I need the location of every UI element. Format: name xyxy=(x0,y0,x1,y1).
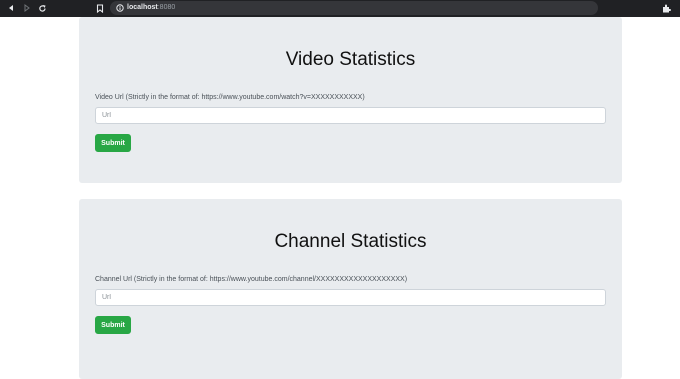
url-host: localhost xyxy=(127,4,158,11)
video-statistics-card: Video Statistics Video Url (Strictly in … xyxy=(79,17,622,183)
video-url-label: Video Url (Strictly in the format of: ht… xyxy=(95,94,365,101)
channel-statistics-title: Channel Statistics xyxy=(274,231,427,252)
address-bar[interactable]: localhost:8080 xyxy=(110,1,598,15)
channel-url-label: Channel Url (Strictly in the format of: … xyxy=(95,276,408,283)
site-info-icon[interactable] xyxy=(114,2,126,14)
browser-toolbar: localhost:8080 xyxy=(0,0,680,17)
reload-icon[interactable] xyxy=(36,2,48,14)
video-statistics-title: Video Statistics xyxy=(285,49,416,70)
back-arrow-icon[interactable] xyxy=(5,2,17,14)
bookmark-icon[interactable] xyxy=(94,2,106,14)
address-bar-url: localhost:8080 xyxy=(127,1,175,15)
channel-statistics-card: Channel Statistics Channel Url (Strictly… xyxy=(79,199,622,379)
channel-submit-button[interactable]: Submit xyxy=(95,316,131,334)
url-port: :8080 xyxy=(157,4,176,11)
forward-arrow-icon[interactable] xyxy=(21,2,33,14)
video-submit-button[interactable]: Submit xyxy=(95,134,131,152)
video-url-input[interactable] xyxy=(95,107,606,124)
extensions-icon[interactable] xyxy=(660,2,672,14)
page-content: Video Statistics Video Url (Strictly in … xyxy=(0,17,680,379)
channel-url-input[interactable] xyxy=(95,289,606,306)
